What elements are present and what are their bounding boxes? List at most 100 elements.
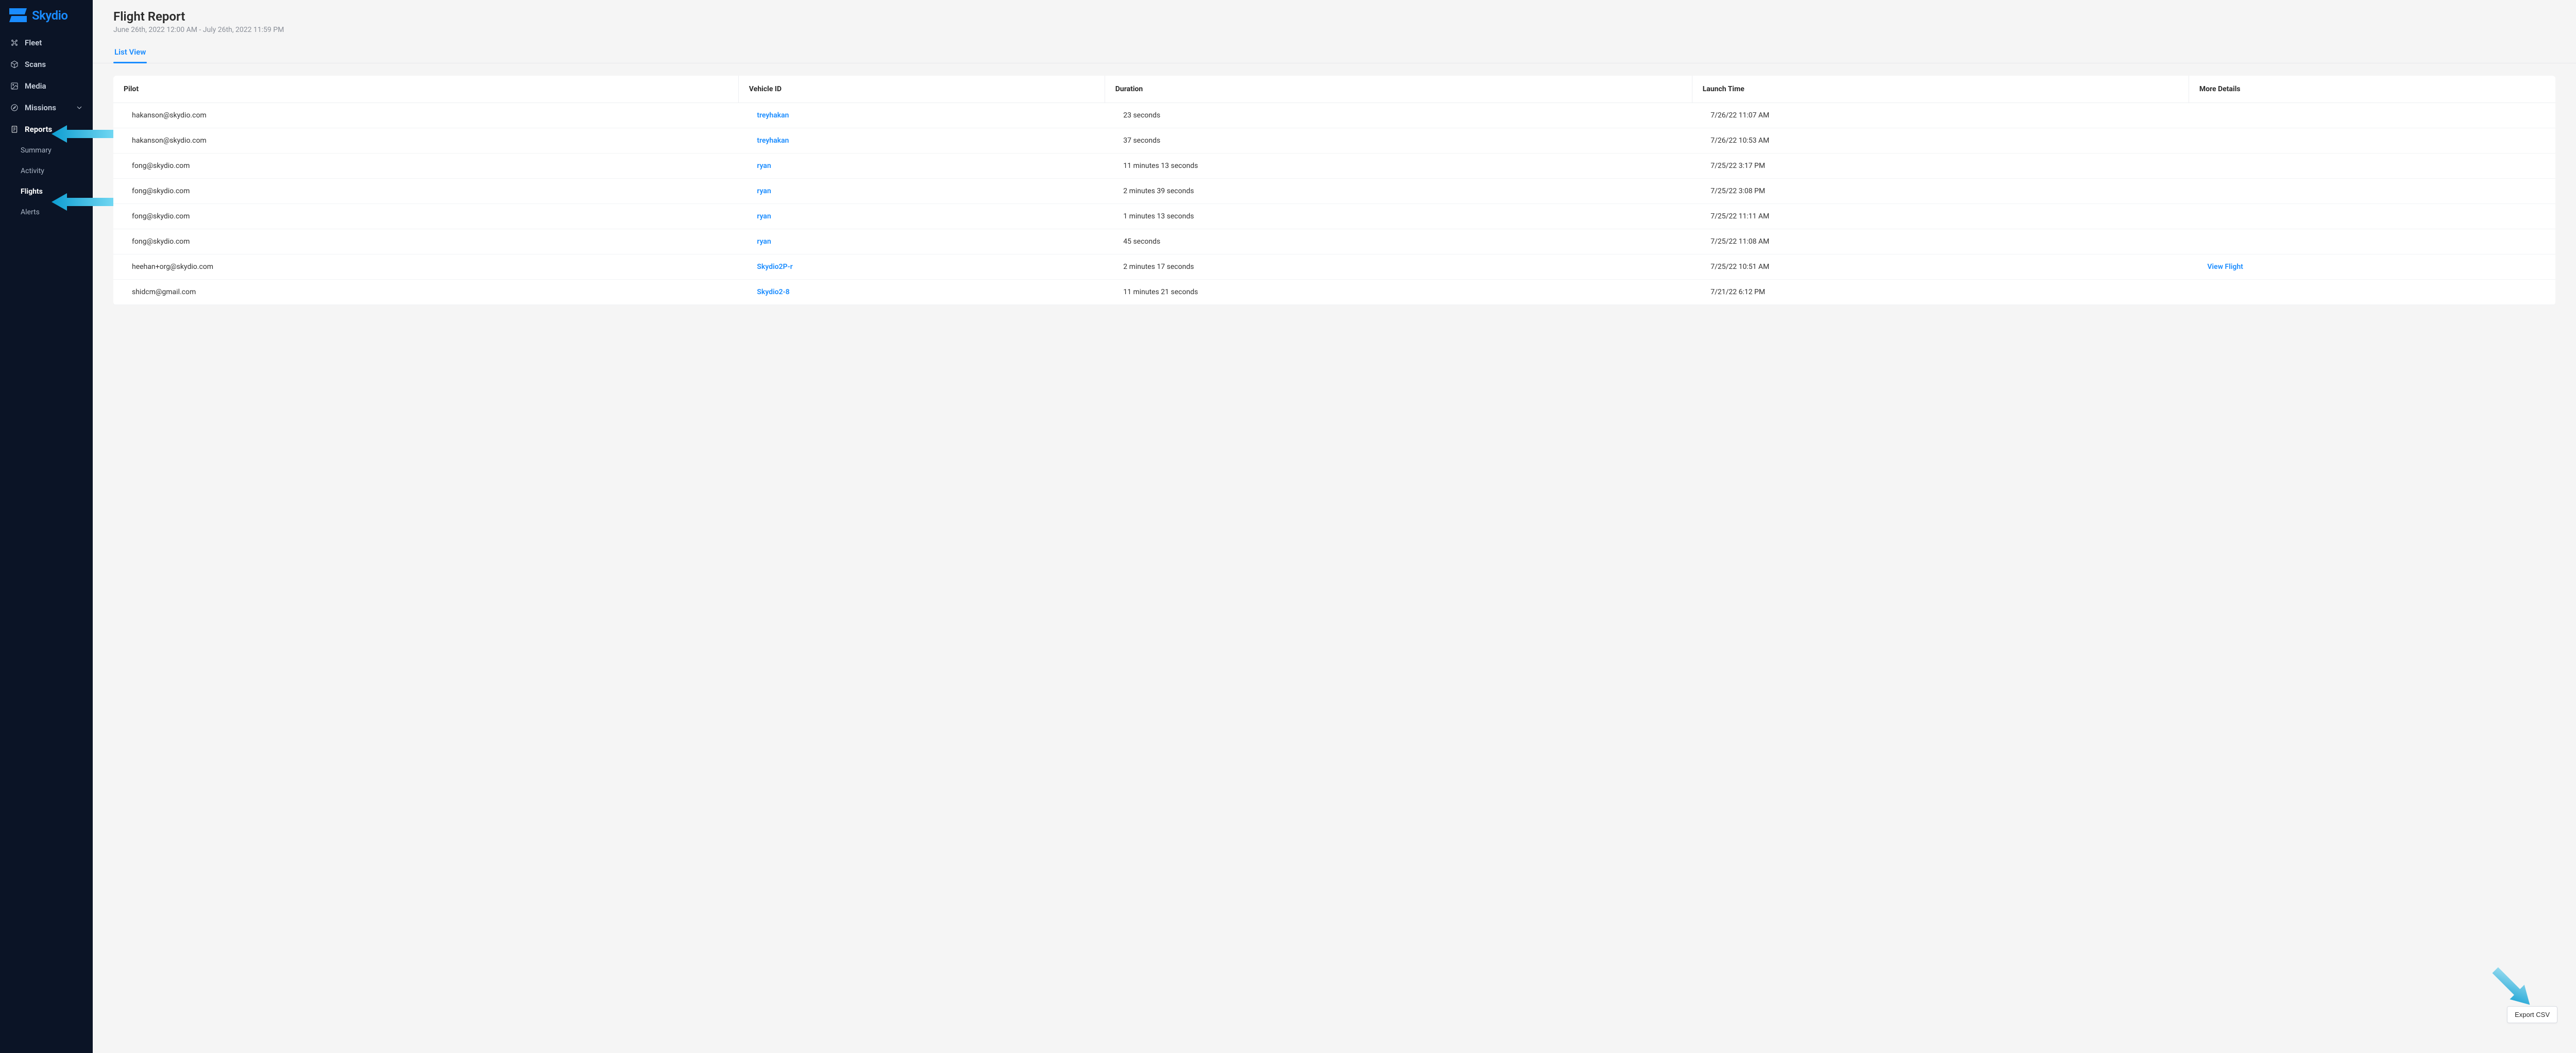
sidebar-item-scans[interactable]: Scans [0, 54, 93, 75]
view-tabs: List View [93, 43, 2576, 63]
table-row[interactable]: fong@skydio.com ryan 1 minutes 13 seconds7… [113, 204, 2555, 229]
sidebar-subitem-summary[interactable]: Summary [0, 140, 93, 161]
page-header: Flight Report June 26th, 2022 12:00 AM -… [93, 0, 2576, 34]
sidebar: Skydio Fleet Scans Media Missions Report… [0, 0, 93, 1053]
table-row[interactable]: shidcm@gmail.com Skydio2-8 11 minutes 21 s… [113, 280, 2555, 305]
cell-vehicle: treyhakan [738, 103, 1105, 128]
sidebar-item-label: Summary [21, 146, 52, 155]
cell-pilot: heehan+org@skydio.com [113, 254, 738, 280]
cell-duration: 2 minutes 17 seconds [1105, 254, 1692, 280]
sidebar-item-label: Fleet [25, 38, 42, 47]
cell-vehicle: ryan [738, 229, 1105, 254]
vehicle-link[interactable]: ryan [757, 212, 771, 220]
cell-vehicle: Skydio2P-r [738, 254, 1105, 280]
table-row[interactable]: fong@skydio.com ryan 11 minutes 13 seconds… [113, 154, 2555, 179]
cell-duration: 1 minutes 13 seconds [1105, 204, 1692, 229]
sidebar-subitem-activity[interactable]: Activity [0, 161, 93, 181]
cell-pilot: fong@skydio.com [113, 229, 738, 254]
export-csv-button[interactable]: Export CSV [2507, 1006, 2557, 1023]
sidebar-item-label: Scans [25, 60, 46, 69]
table-row[interactable]: hakanson@skydio.com treyhakan 37 seconds7/… [113, 128, 2555, 154]
table-header-row: Pilot Vehicle ID Duration Launch Time Mo… [113, 76, 2555, 103]
brand-logo-icon [9, 8, 27, 23]
cell-more-details: View Flight [2189, 254, 2555, 280]
cell-vehicle: Skydio2-8 [738, 280, 1105, 305]
vehicle-link[interactable]: Skydio2P-r [757, 263, 792, 271]
tab-list-view[interactable]: List View [113, 43, 147, 63]
cell-duration: 23 seconds [1105, 103, 1692, 128]
sidebar-item-label: Flights [21, 188, 43, 196]
view-flight-link[interactable]: View Flight [2207, 263, 2243, 271]
main-content: Flight Report June 26th, 2022 12:00 AM -… [93, 0, 2576, 1053]
cell-pilot: fong@skydio.com [113, 154, 738, 179]
date-range-label: June 26th, 2022 12:00 AM - July 26th, 20… [113, 26, 2555, 34]
col-header-pilot[interactable]: Pilot [113, 76, 738, 103]
cell-launch-time: 7/25/22 10:51 AM [1692, 254, 2189, 280]
vehicle-link[interactable]: ryan [757, 162, 771, 170]
compass-icon [10, 104, 19, 112]
cell-pilot: shidcm@gmail.com [113, 280, 738, 305]
brand-name: Skydio [32, 8, 67, 23]
cell-launch-time: 7/25/22 11:08 AM [1692, 229, 2189, 254]
cell-more-details [2189, 179, 2555, 204]
cell-launch-time: 7/26/22 11:07 AM [1692, 103, 2189, 128]
sidebar-item-label: Reports [25, 125, 52, 134]
col-header-details[interactable]: More Details [2189, 76, 2555, 103]
cell-duration: 2 minutes 39 seconds [1105, 179, 1692, 204]
vehicle-link[interactable]: ryan [757, 237, 771, 246]
sidebar-subitem-alerts[interactable]: Alerts [0, 202, 93, 223]
report-icon [10, 125, 19, 133]
sidebar-item-media[interactable]: Media [0, 75, 93, 97]
sidebar-item-label: Missions [25, 103, 56, 112]
brand-logo[interactable]: Skydio [0, 3, 93, 32]
table-row[interactable]: heehan+org@skydio.com Skydio2P-r 2 minutes… [113, 254, 2555, 280]
sidebar-item-label: Alerts [21, 208, 40, 216]
cell-pilot: fong@skydio.com [113, 204, 738, 229]
cell-launch-time: 7/25/22 3:08 PM [1692, 179, 2189, 204]
cell-launch-time: 7/25/22 11:11 AM [1692, 204, 2189, 229]
sidebar-item-fleet[interactable]: Fleet [0, 32, 93, 54]
cell-duration: 11 minutes 13 seconds [1105, 154, 1692, 179]
cell-duration: 37 seconds [1105, 128, 1692, 154]
cell-launch-time: 7/25/22 3:17 PM [1692, 154, 2189, 179]
cell-vehicle: ryan [738, 179, 1105, 204]
table-row[interactable]: fong@skydio.com ryan 45 seconds7/25/22 11:… [113, 229, 2555, 254]
vehicle-link[interactable]: treyhakan [757, 137, 789, 145]
vehicle-link[interactable]: treyhakan [757, 111, 789, 120]
cell-more-details [2189, 154, 2555, 179]
col-header-vehicle[interactable]: Vehicle ID [738, 76, 1105, 103]
table-row[interactable]: fong@skydio.com ryan 2 minutes 39 seconds7… [113, 179, 2555, 204]
cell-launch-time: 7/26/22 10:53 AM [1692, 128, 2189, 154]
flights-table: Pilot Vehicle ID Duration Launch Time Mo… [113, 76, 2555, 305]
cell-pilot: hakanson@skydio.com [113, 128, 738, 154]
col-header-duration[interactable]: Duration [1105, 76, 1692, 103]
cell-vehicle: ryan [738, 204, 1105, 229]
table-row[interactable]: hakanson@skydio.com treyhakan 23 seconds7/… [113, 103, 2555, 128]
col-header-launch[interactable]: Launch Time [1692, 76, 2189, 103]
cell-more-details [2189, 204, 2555, 229]
page-title: Flight Report [113, 9, 2555, 24]
image-icon [10, 82, 19, 90]
table-scroll-area[interactable]: Pilot Vehicle ID Duration Launch Time Mo… [93, 63, 2576, 1053]
cell-more-details [2189, 280, 2555, 305]
cell-launch-time: 7/21/22 6:12 PM [1692, 280, 2189, 305]
cell-duration: 11 minutes 21 seconds [1105, 280, 1692, 305]
drone-icon [10, 39, 19, 47]
sidebar-subitem-flights[interactable]: Flights [0, 181, 93, 202]
sidebar-item-label: Media [25, 81, 46, 91]
sidebar-item-label: Activity [21, 167, 44, 175]
sidebar-item-reports[interactable]: Reports [0, 118, 93, 140]
sidebar-item-missions[interactable]: Missions [0, 97, 93, 118]
vehicle-link[interactable]: Skydio2-8 [757, 288, 789, 296]
cell-pilot: hakanson@skydio.com [113, 103, 738, 128]
cell-duration: 45 seconds [1105, 229, 1692, 254]
cell-vehicle: treyhakan [738, 128, 1105, 154]
cell-more-details [2189, 128, 2555, 154]
chevron-down-icon [75, 104, 83, 112]
cube-icon [10, 60, 19, 69]
cell-pilot: fong@skydio.com [113, 179, 738, 204]
cell-more-details [2189, 103, 2555, 128]
vehicle-link[interactable]: ryan [757, 187, 771, 195]
cell-more-details [2189, 229, 2555, 254]
cell-vehicle: ryan [738, 154, 1105, 179]
